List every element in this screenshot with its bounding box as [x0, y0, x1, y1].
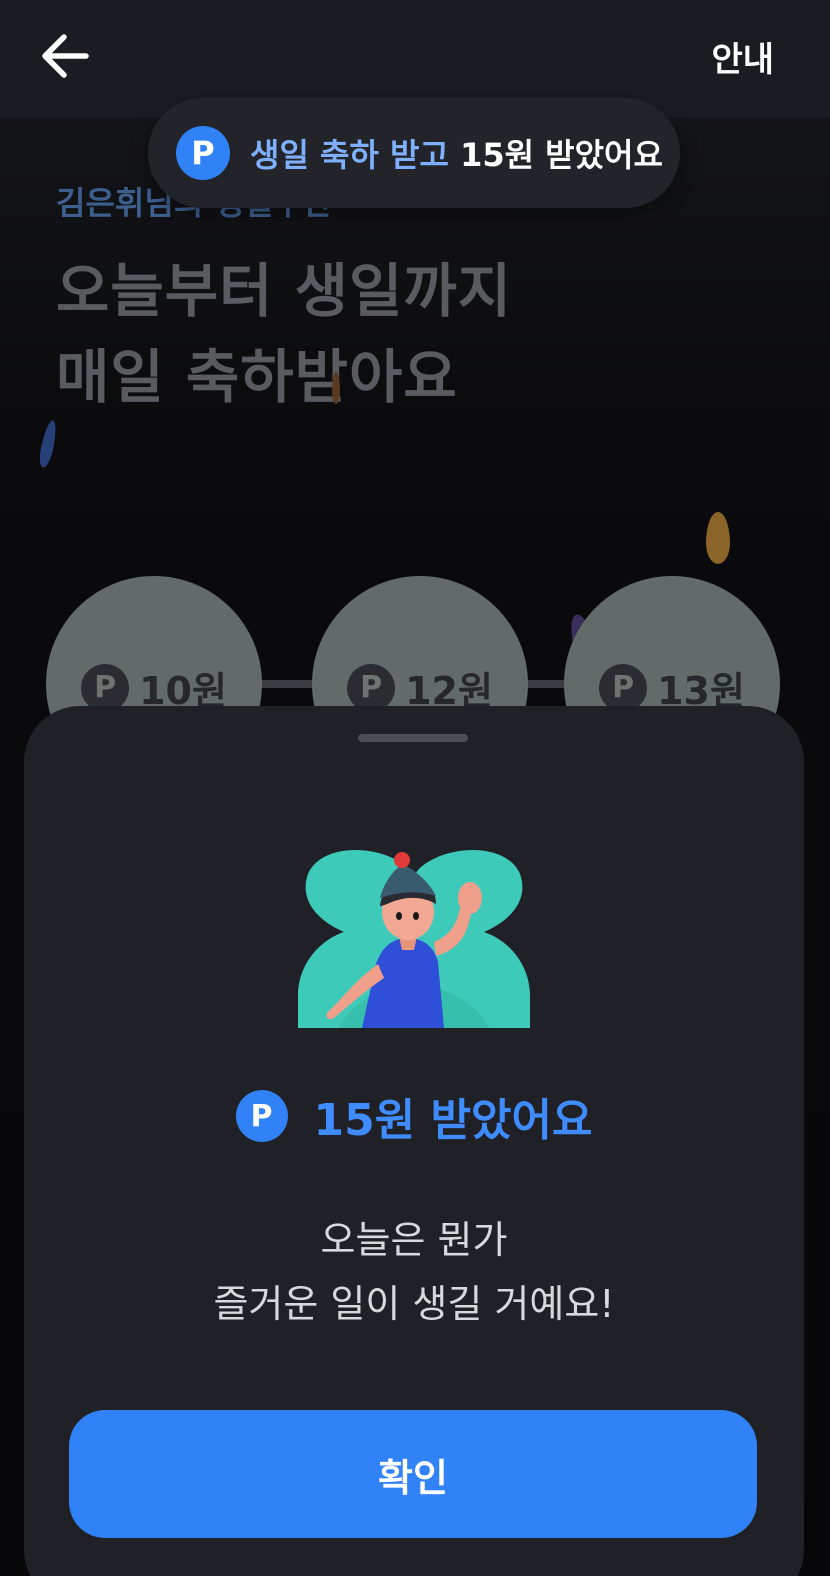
- confetti-piece: [37, 419, 59, 469]
- confetti-piece: [706, 512, 730, 564]
- reward-toast: P 생일 축하 받고 15원 받았어요: [148, 98, 680, 208]
- guide-button[interactable]: 안내: [711, 32, 774, 81]
- point-icon: P: [235, 1090, 288, 1142]
- point-icon: P: [176, 126, 230, 180]
- birthday-message-line-2: 즐거운 일이 생길 거예요!: [213, 1282, 615, 1326]
- toast-rest-text: 15원 받았어요: [448, 136, 663, 174]
- birthday-week-screen: 안내 김은휘님의 생일주간 오늘부터 생일까지 매일 축하받아요 P 10원 P…: [0, 0, 830, 1576]
- back-button[interactable]: [36, 28, 94, 84]
- toast-highlight-text: 생일 축하 받고: [250, 136, 449, 174]
- confirm-button[interactable]: 확인: [69, 1410, 757, 1538]
- toast-message: 생일 축하 받고 15원 받았어요: [250, 130, 663, 176]
- birthday-message-line-1: 오늘은 뭔가: [320, 1218, 508, 1262]
- birthday-message: 오늘은 뭔가 즐거운 일이 생길 거예요!: [24, 1208, 804, 1336]
- sheet-drag-handle[interactable]: [358, 734, 468, 742]
- reward-amount-text: 15원 받았어요: [313, 1095, 593, 1146]
- reward-bottom-sheet: P 15원 받았어요 오늘은 뭔가 즐거운 일이 생길 거예요! 확인: [24, 706, 804, 1576]
- birthday-character-illustration: [298, 850, 530, 1028]
- page-title: 오늘부터 생일까지 매일 축하받아요: [56, 248, 512, 420]
- page-title-line-1: 오늘부터 생일까지: [56, 257, 513, 325]
- point-icon: P: [81, 663, 130, 712]
- reward-amount-line: P 15원 받았어요: [24, 1084, 804, 1148]
- point-icon: P: [347, 663, 396, 712]
- page-title-line-2: 매일 축하받아요: [56, 343, 458, 411]
- confetti-piece: [332, 372, 340, 404]
- arrow-left-icon: [42, 34, 89, 78]
- point-icon: P: [599, 663, 648, 712]
